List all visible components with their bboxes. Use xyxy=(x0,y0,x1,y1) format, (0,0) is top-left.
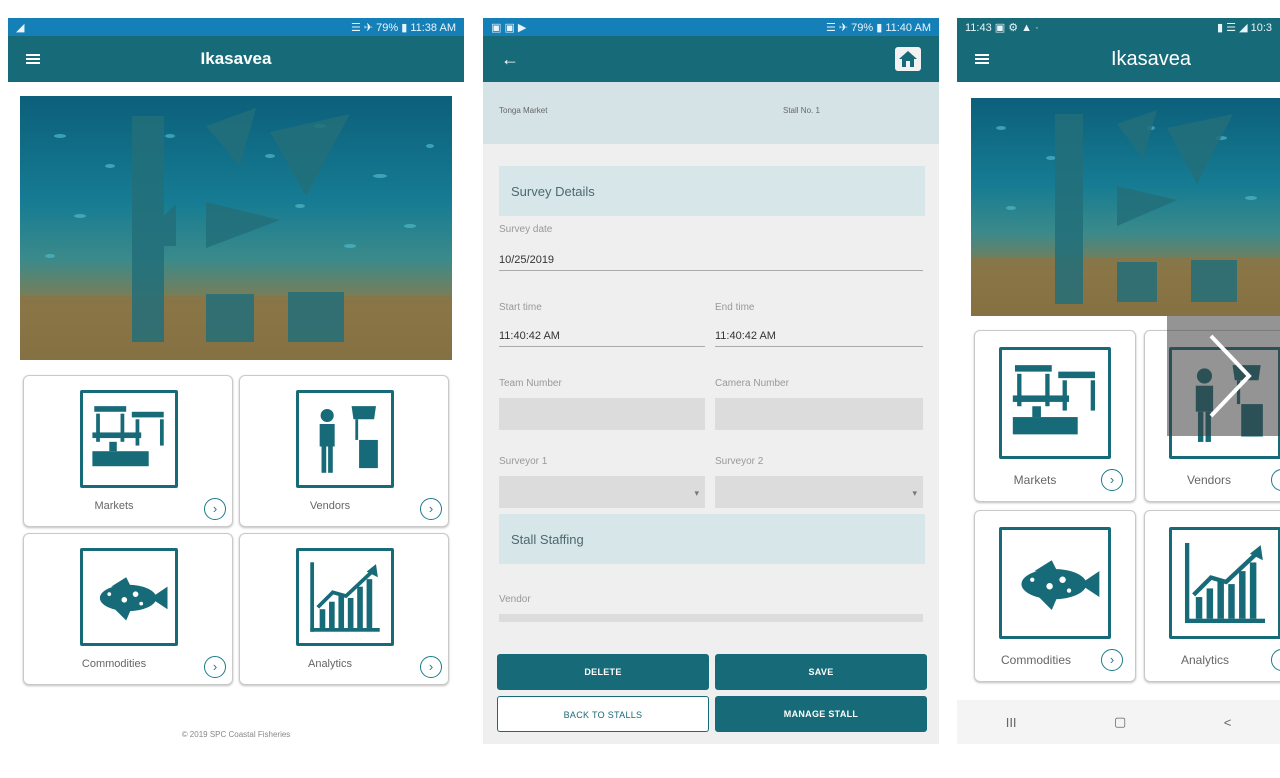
vendors-tile[interactable]: Vendors › xyxy=(239,375,449,527)
back-button[interactable]: < xyxy=(1224,715,1232,730)
recents-button[interactable]: III xyxy=(1006,715,1017,730)
survey-details-header: Survey Details xyxy=(499,166,925,216)
survey-date-field[interactable]: 10/25/2019 xyxy=(499,254,923,271)
carousel-next-arrow[interactable] xyxy=(1167,316,1280,436)
tile-label: Markets xyxy=(1013,473,1057,487)
vendor-label: Vendor xyxy=(499,594,531,605)
survey-date-label: Survey date xyxy=(499,224,553,235)
chevron-right-icon[interactable]: › xyxy=(1271,469,1280,491)
team-number-input[interactable] xyxy=(499,398,705,430)
analytics-tile[interactable]: Analytics › xyxy=(1144,510,1280,682)
status-left: 11:43 ▣ ⚙ ▲ · xyxy=(965,21,1039,34)
status-left: ◢ xyxy=(16,21,25,34)
market-name: Tonga Market xyxy=(499,106,548,115)
stall-survey-screen: ▣ ▣ ▶ ☰ ✈ 79% ▮ 11:40 AM ← Tonga Market … xyxy=(483,18,939,744)
fish-icon xyxy=(80,548,178,646)
tile-label: Analytics xyxy=(307,658,353,670)
chevron-right-icon[interactable]: › xyxy=(1101,469,1123,491)
app-title: Ikasavea xyxy=(200,49,272,68)
hero-banner-image xyxy=(971,98,1280,316)
manage-stall-button[interactable]: MANAGE STALL xyxy=(715,696,927,732)
chevron-right-icon[interactable]: › xyxy=(420,656,442,678)
tile-label: Commodities xyxy=(81,658,147,670)
app-bar: Ikasavea xyxy=(8,36,464,82)
home-icon[interactable] xyxy=(895,47,921,71)
back-to-stalls-button[interactable]: BACK TO STALLS xyxy=(497,696,709,732)
tile-label: Markets xyxy=(94,500,134,512)
home-screen-left: ◢ ☰ ✈ 79% ▮ 11:38 AM Ikasavea Markets › … xyxy=(8,18,464,744)
start-time-field[interactable]: 11:40:42 AM xyxy=(499,330,705,347)
fish-icon xyxy=(999,527,1111,639)
save-button[interactable]: SAVE xyxy=(715,654,927,690)
stall-staffing-header: Stall Staffing xyxy=(499,514,925,564)
status-right: ▮ ☰ ◢ 10:3 xyxy=(1217,21,1272,34)
status-right: ☰ ✈ 79% ▮ 11:38 AM xyxy=(350,21,456,34)
tile-label: Vendors xyxy=(309,500,351,512)
chevron-right-icon[interactable]: › xyxy=(1101,649,1123,671)
tile-label: Analytics xyxy=(1180,653,1230,667)
chevron-right-icon[interactable]: › xyxy=(1271,649,1280,671)
markets-tile[interactable]: Markets › xyxy=(974,330,1136,502)
end-time-label: End time xyxy=(715,302,755,313)
team-number-label: Team Number xyxy=(499,378,562,389)
menu-icon[interactable] xyxy=(975,54,989,64)
android-nav-bar: III ▢ < xyxy=(957,700,1280,744)
app-title: Ikasavea xyxy=(1111,47,1192,70)
back-arrow-icon[interactable]: ← xyxy=(501,49,519,70)
copyright-footer: © 2019 SPC Coastal Fisheries xyxy=(181,730,291,739)
status-bar: ◢ ☰ ✈ 79% ▮ 11:38 AM xyxy=(8,18,464,36)
status-right: ☰ ✈ 79% ▮ 11:40 AM xyxy=(825,21,931,34)
chevron-right-icon[interactable]: › xyxy=(420,498,442,520)
delete-button[interactable]: DELETE xyxy=(497,654,709,690)
commodities-tile[interactable]: Commodities › xyxy=(23,533,233,685)
camera-number-input[interactable] xyxy=(715,398,923,430)
surveyor1-select[interactable]: ▾ xyxy=(499,476,705,508)
tile-label: Commodities xyxy=(1000,653,1072,667)
vendor-icon xyxy=(296,390,394,488)
stall-number: Stall No. 1 xyxy=(783,106,820,115)
vendor-input[interactable] xyxy=(499,614,923,622)
surveyor2-select[interactable]: ▾ xyxy=(715,476,923,508)
tile-label: Vendors xyxy=(1186,473,1232,487)
start-time-label: Start time xyxy=(499,302,542,313)
bar-chart-icon xyxy=(1169,527,1280,639)
status-bar: ▣ ▣ ▶ ☰ ✈ 79% ▮ 11:40 AM xyxy=(483,18,939,36)
menu-icon[interactable] xyxy=(26,54,40,64)
market-stalls-icon xyxy=(999,347,1111,459)
surveyor1-label: Surveyor 1 xyxy=(499,456,548,467)
home-button[interactable]: ▢ xyxy=(1114,714,1126,730)
markets-tile[interactable]: Markets › xyxy=(23,375,233,527)
app-bar: ← xyxy=(483,36,939,82)
analytics-tile[interactable]: Analytics › xyxy=(239,533,449,685)
market-stalls-icon xyxy=(80,390,178,488)
commodities-tile[interactable]: Commodities › xyxy=(974,510,1136,682)
bar-chart-icon xyxy=(296,548,394,646)
chevron-right-icon[interactable]: › xyxy=(204,498,226,520)
hero-banner-image xyxy=(20,96,452,360)
home-screen-right: 11:43 ▣ ⚙ ▲ · ▮ ☰ ◢ 10:3 Ikasavea Market… xyxy=(957,18,1280,744)
status-bar: 11:43 ▣ ⚙ ▲ · ▮ ☰ ◢ 10:3 xyxy=(957,18,1280,36)
chevron-right-icon[interactable]: › xyxy=(204,656,226,678)
surveyor2-label: Surveyor 2 xyxy=(715,456,764,467)
app-bar: Ikasavea xyxy=(957,36,1280,82)
status-left: ▣ ▣ ▶ xyxy=(491,21,527,34)
stall-info-strip: Tonga Market Stall No. 1 xyxy=(483,82,939,144)
camera-number-label: Camera Number xyxy=(715,378,789,389)
end-time-field[interactable]: 11:40:42 AM xyxy=(715,330,923,347)
